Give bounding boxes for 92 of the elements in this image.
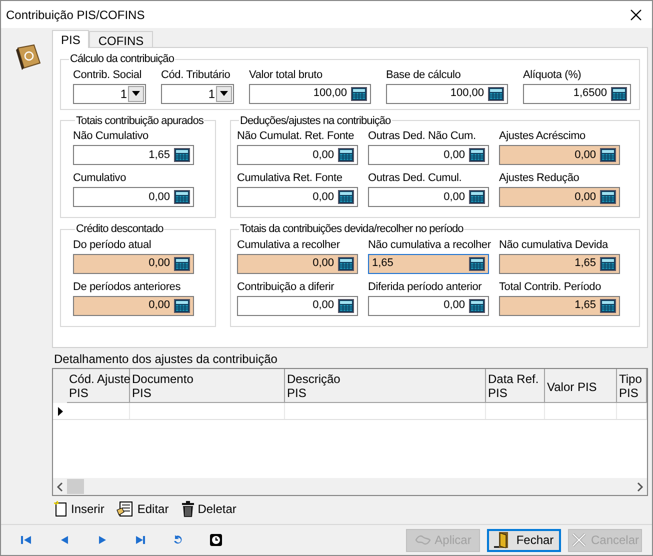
- calculator-icon[interactable]: [351, 86, 367, 100]
- calculator-icon[interactable]: [469, 190, 485, 204]
- field-label: Cumulativa Ret. Fonte: [237, 171, 342, 185]
- field-label: Não cumulativa Devida: [499, 238, 608, 252]
- calculator-icon[interactable]: [469, 298, 485, 312]
- calculator-icon[interactable]: [600, 190, 616, 204]
- number-field[interactable]: 1,65: [499, 254, 620, 274]
- clock-icon[interactable]: [209, 533, 223, 547]
- field-label: Cumulativa a recolher: [237, 238, 340, 252]
- horizontal-scrollbar[interactable]: [53, 478, 647, 495]
- calculator-icon[interactable]: [488, 86, 504, 100]
- field-label: Outras Ded. Cumul.: [368, 171, 462, 185]
- column-header[interactable]: Descrição PIS: [285, 369, 486, 403]
- field-label: Contribuição a diferir: [237, 280, 334, 294]
- number-field[interactable]: 0,00: [237, 296, 358, 316]
- number-field[interactable]: 0,00: [73, 254, 194, 274]
- field-label: Alíquota (%): [523, 68, 582, 82]
- calculator-icon[interactable]: [338, 298, 354, 312]
- handshake-icon: [414, 533, 431, 547]
- group-title: Totais contribuição apurados: [76, 114, 204, 126]
- number-field[interactable]: 100,00: [249, 84, 371, 104]
- calculator-icon[interactable]: [600, 298, 616, 312]
- field-label: Contrib. Social: [73, 68, 142, 82]
- window-title: Contribuição PIS/COFINS: [6, 6, 145, 24]
- tab[interactable]: PIS: [52, 30, 90, 48]
- toolbar-button[interactable]: Inserir: [54, 500, 104, 518]
- field-label: Não Cumulat. Ret. Fonte: [237, 129, 354, 143]
- section-title: Detalhamento dos ajustes da contribuição: [53, 352, 278, 366]
- field-label: Não cumulativa a recolher: [368, 238, 491, 252]
- toolbar-button[interactable]: Deletar: [180, 500, 236, 518]
- number-field[interactable]: 0,00: [368, 187, 489, 207]
- number-field[interactable]: 100,00: [386, 84, 508, 104]
- trash-icon[interactable]: [180, 501, 195, 517]
- calculator-icon[interactable]: [338, 190, 354, 204]
- column-header[interactable]: Valor PIS: [545, 369, 617, 403]
- field-label: Valor total bruto: [249, 68, 322, 82]
- cancel-icon: [570, 532, 587, 548]
- first-record-icon[interactable]: [19, 533, 33, 547]
- new-page-icon[interactable]: [54, 501, 68, 517]
- close-icon[interactable]: [630, 8, 642, 20]
- column-header[interactable]: Cód. Ajuste PIS: [67, 369, 130, 403]
- field-label: Não Cumulativo: [73, 129, 148, 143]
- group-title: Crédito descontado: [76, 223, 164, 235]
- calculator-icon[interactable]: [338, 256, 354, 270]
- field-label: Cód. Tributário: [161, 68, 230, 82]
- field-label: Base de cálculo: [386, 68, 461, 82]
- field-label: Outras Ded. Não Cum.: [368, 129, 476, 143]
- number-field[interactable]: 1,6500: [523, 84, 631, 104]
- field-label: Do período atual: [73, 238, 152, 252]
- dropdown-field[interactable]: 1: [161, 84, 234, 104]
- number-field[interactable]: 0,00: [237, 145, 358, 165]
- number-field[interactable]: 1,65: [499, 296, 620, 316]
- number-field[interactable]: 0,00: [237, 254, 358, 274]
- last-record-icon[interactable]: [133, 533, 147, 547]
- number-field[interactable]: 0,00: [499, 145, 620, 165]
- toolbar-button[interactable]: Editar: [116, 500, 169, 518]
- column-header[interactable]: Tipo PIS: [617, 369, 647, 403]
- field-label: Ajustes Redução: [499, 171, 580, 185]
- field-label: De períodos anteriores: [73, 280, 180, 294]
- number-field[interactable]: 0,00: [499, 187, 620, 207]
- calculator-icon[interactable]: [469, 256, 485, 270]
- scrollbar-thumb[interactable]: [67, 479, 84, 494]
- column-header[interactable]: Data Ref. PIS: [486, 369, 545, 403]
- group-title: Deduções/ajustes na contribuição: [240, 114, 391, 126]
- calculator-icon[interactable]: [174, 298, 190, 312]
- field-label: Ajustes Acréscimo: [499, 129, 586, 143]
- group-title: Cálculo da contribuição: [70, 53, 174, 65]
- number-field[interactable]: 0,00: [73, 296, 194, 316]
- calculator-icon[interactable]: [174, 256, 190, 270]
- number-field[interactable]: 0,00: [368, 296, 489, 316]
- calculator-icon[interactable]: [174, 190, 190, 204]
- column-header[interactable]: Documento PIS: [130, 369, 285, 403]
- dialog-button[interactable]: Fechar: [487, 528, 561, 552]
- number-field[interactable]: 0,00: [368, 145, 489, 165]
- group-title: Totais da contribuições devida/recolher no período: [240, 223, 464, 235]
- calculator-icon[interactable]: [174, 148, 190, 162]
- calculator-icon[interactable]: [338, 148, 354, 162]
- field-label: Total Contrib. Período: [499, 280, 601, 294]
- number-field[interactable]: 1,65: [73, 145, 194, 165]
- field-label: Diferida período anterior: [368, 280, 482, 294]
- calculator-icon[interactable]: [600, 148, 616, 162]
- calculator-icon[interactable]: [469, 148, 485, 162]
- field-label: Cumulativo: [73, 171, 126, 185]
- calculator-icon[interactable]: [600, 256, 616, 270]
- tab[interactable]: COFINS: [89, 31, 153, 47]
- number-field[interactable]: 1,65: [368, 254, 489, 274]
- row-pointer-icon: [58, 406, 62, 416]
- number-field[interactable]: 0,00: [73, 187, 194, 207]
- calculator-icon[interactable]: [611, 86, 627, 100]
- dropdown-field[interactable]: 1: [73, 84, 146, 104]
- number-field[interactable]: 0,00: [237, 187, 358, 207]
- edit-page-icon[interactable]: [116, 501, 134, 517]
